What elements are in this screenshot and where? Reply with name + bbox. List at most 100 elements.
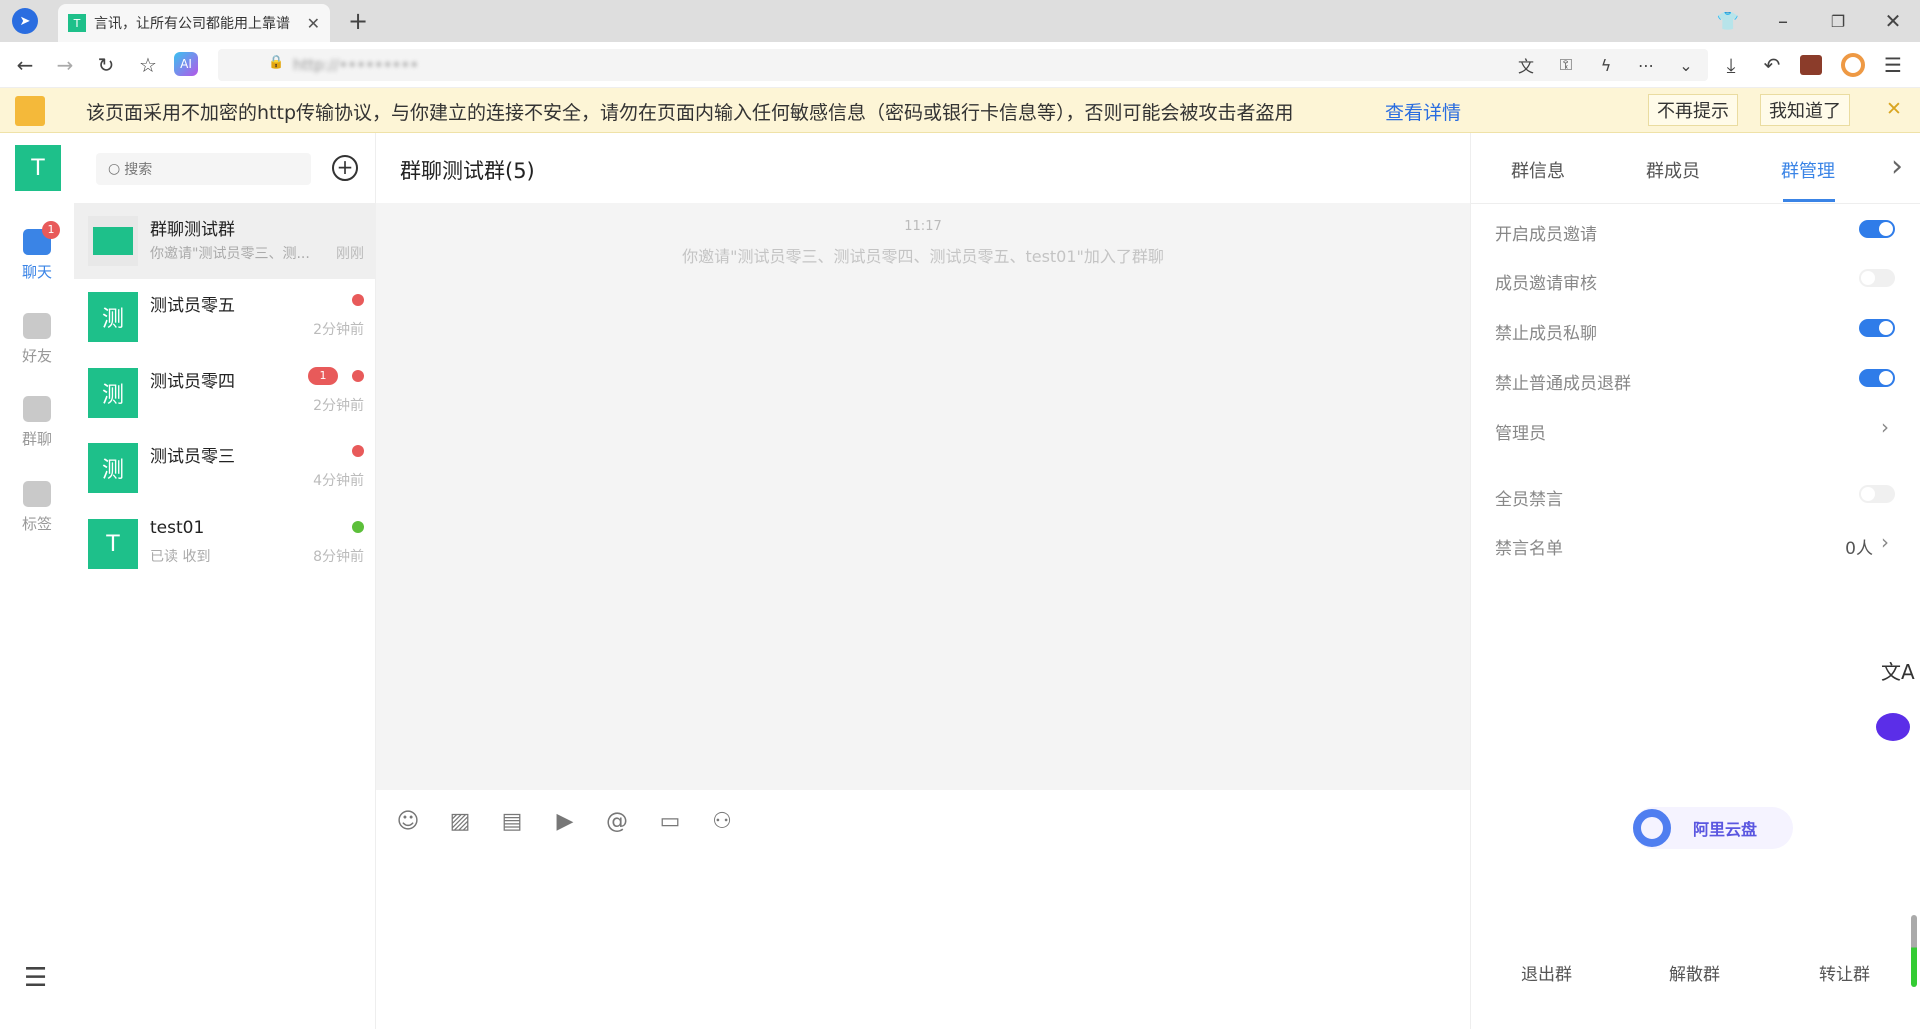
forward-icon[interactable]: → [52, 52, 78, 78]
setting-invite-review: 成员邀请审核 [1495, 269, 1895, 294]
url-text: http://••••••••• [293, 56, 419, 74]
user-avatar[interactable]: T [15, 145, 61, 191]
add-icon[interactable]: + [332, 155, 358, 181]
nav-label: 聊天 [21, 263, 52, 281]
chevron-right-icon[interactable]: › [1891, 149, 1903, 184]
nav-groups[interactable]: 群聊 [0, 396, 74, 449]
setting-admins[interactable]: 管理员 › [1495, 415, 1895, 444]
aliyun-drive-button[interactable]: 阿里云盘 [1633, 807, 1793, 849]
ai-icon[interactable]: AI [174, 52, 198, 76]
aliyun-label: 阿里云盘 [1693, 820, 1758, 839]
item-time: 8分钟前 [313, 549, 364, 565]
active-tab-indicator [1783, 199, 1835, 202]
hamburger-menu-icon[interactable]: ☰ [24, 963, 47, 993]
got-it-button[interactable]: 我知道了 [1760, 94, 1850, 126]
unread-badge: 1 [308, 367, 338, 385]
item-name: 测试员零五 [150, 296, 235, 316]
window-close-icon[interactable]: ✕ [1880, 8, 1906, 34]
mute-count: 0人 [1845, 539, 1873, 559]
list-item[interactable]: 测 测试员零五 2分钟前 [74, 279, 376, 355]
minimize-icon[interactable]: – [1770, 8, 1796, 34]
avatar: 测 [88, 443, 138, 493]
app-sidebar: T 1 聊天 好友 群聊 标签 ☰ [0, 133, 74, 1029]
dont-remind-button[interactable]: 不再提示 [1648, 94, 1738, 126]
favorites-icon[interactable]: ☆ [135, 52, 161, 78]
skin-icon[interactable]: 👕 [1715, 8, 1741, 34]
more-icon[interactable]: ⋯ [1633, 52, 1659, 78]
emoji-icon[interactable]: ☺ [395, 808, 421, 834]
key-icon[interactable]: ⚿ [1553, 52, 1579, 78]
lightning-icon[interactable]: ϟ [1593, 52, 1619, 78]
url-input[interactable]: 🔒 http://••••••••• ⽂ ⚿ ϟ ⋯ ⌄ [218, 49, 1708, 81]
back-icon[interactable]: ← [12, 52, 38, 78]
nav-label: 好友 [21, 347, 52, 365]
group-avatar [88, 216, 138, 266]
new-tab-icon[interactable]: + [345, 7, 371, 35]
tab-group-manage[interactable]: 群管理 [1781, 157, 1835, 183]
undo-icon[interactable]: ↶ [1759, 52, 1785, 78]
translate-icon[interactable]: ⽂ [1513, 52, 1539, 78]
reload-icon[interactable]: ↻ [93, 52, 119, 78]
chevron-right-icon: › [1881, 415, 1889, 439]
scrollbar[interactable] [1911, 915, 1917, 987]
message-input-area[interactable]: ☺ ▨ ▤ ▶ @ ▭ ⚇ [376, 790, 1470, 1029]
ai-assistant-icon[interactable] [1841, 53, 1865, 77]
chat-title: 群聊测试群(5) [400, 159, 535, 183]
nav-tags[interactable]: 标签 [0, 481, 74, 534]
browser-tab[interactable]: T 言讯，让所有公司都能用上靠谱 ✕ [58, 4, 330, 42]
setting-mute-list[interactable]: 禁言名单 0人 › [1495, 530, 1895, 559]
browser-tab-bar: ➤ T 言讯，让所有公司都能用上靠谱 ✕ + 👕 – ❐ ✕ [0, 0, 1920, 42]
transfer-group-button[interactable]: 转让群 [1819, 960, 1870, 985]
unread-dot [352, 370, 364, 382]
setting-no-private-chat: 禁止成员私聊 [1495, 319, 1895, 344]
tab-group-members[interactable]: 群成员 [1646, 157, 1700, 183]
video-icon[interactable]: ▶ [552, 808, 578, 834]
mention-icon[interactable]: @ [604, 808, 630, 834]
group-panel: 群信息 群成员 群管理 › 开启成员邀请 成员邀请审核 禁止成员私聊 禁止普通成… [1470, 133, 1920, 1029]
toggle[interactable] [1859, 220, 1895, 238]
toggle[interactable] [1859, 369, 1895, 387]
file-icon[interactable]: ▤ [499, 808, 525, 834]
list-item[interactable]: T test01 已读 收到 8分钟前 [74, 506, 376, 582]
setting-label: 禁止成员私聊 [1495, 324, 1597, 344]
translate-float-icon[interactable]: 文A [1881, 656, 1915, 685]
groups-icon [23, 396, 51, 422]
nav-friends[interactable]: 好友 [0, 313, 74, 366]
list-item[interactable]: 群聊测试群 你邀请"测试员零三、测... 刚刚 [74, 203, 376, 279]
conversation-list: ○ 搜索 + 群聊测试群 你邀请"测试员零三、测... 刚刚 测 测试员零五 2分… [74, 133, 376, 1029]
nav-chat[interactable]: 1 聊天 [0, 221, 74, 282]
list-item[interactable]: 测 测试员零四 1 2分钟前 [74, 355, 376, 431]
image-icon[interactable]: ▨ [447, 808, 473, 834]
toolbox-icon[interactable] [1800, 55, 1822, 75]
insecure-lock-icon: 🔒 [268, 55, 285, 70]
item-name: 测试员零四 [150, 372, 235, 392]
nav-label: 标签 [21, 515, 52, 533]
download-icon[interactable]: ⤓ [1718, 52, 1744, 78]
restore-icon[interactable]: ❐ [1825, 8, 1851, 34]
nav-label: 群聊 [21, 430, 52, 448]
group-members-icon[interactable]: ⚇ [709, 808, 735, 834]
search-input[interactable]: ○ 搜索 [96, 153, 311, 185]
setting-no-quit: 禁止普通成员退群 [1495, 369, 1895, 394]
setting-label: 全员禁言 [1495, 490, 1563, 510]
assistant-bot-icon[interactable] [1876, 713, 1910, 741]
toggle[interactable] [1859, 269, 1895, 287]
tab-group-info[interactable]: 群信息 [1511, 157, 1565, 183]
toggle[interactable] [1859, 319, 1895, 337]
tab-favicon: T [68, 14, 86, 32]
chevron-down-icon[interactable]: ⌄ [1673, 52, 1699, 78]
online-dot [352, 521, 364, 533]
toggle[interactable] [1859, 485, 1895, 503]
contact-card-icon[interactable]: ▭ [657, 808, 683, 834]
chevron-right-icon: › [1881, 530, 1889, 554]
tab-close-icon[interactable]: ✕ [307, 14, 320, 33]
list-item[interactable]: 测 测试员零三 4分钟前 [74, 430, 376, 506]
close-warning-icon[interactable]: ✕ [1886, 98, 1902, 120]
menu-icon[interactable]: ☰ [1880, 52, 1906, 78]
search-placeholder: 搜索 [124, 162, 153, 178]
view-details-link[interactable]: 查看详情 [1385, 98, 1461, 125]
browser-logo-icon[interactable]: ➤ [12, 8, 38, 34]
dissolve-group-button[interactable]: 解散群 [1669, 960, 1720, 985]
item-name: 群聊测试群 [150, 220, 235, 240]
quit-group-button[interactable]: 退出群 [1521, 960, 1572, 985]
